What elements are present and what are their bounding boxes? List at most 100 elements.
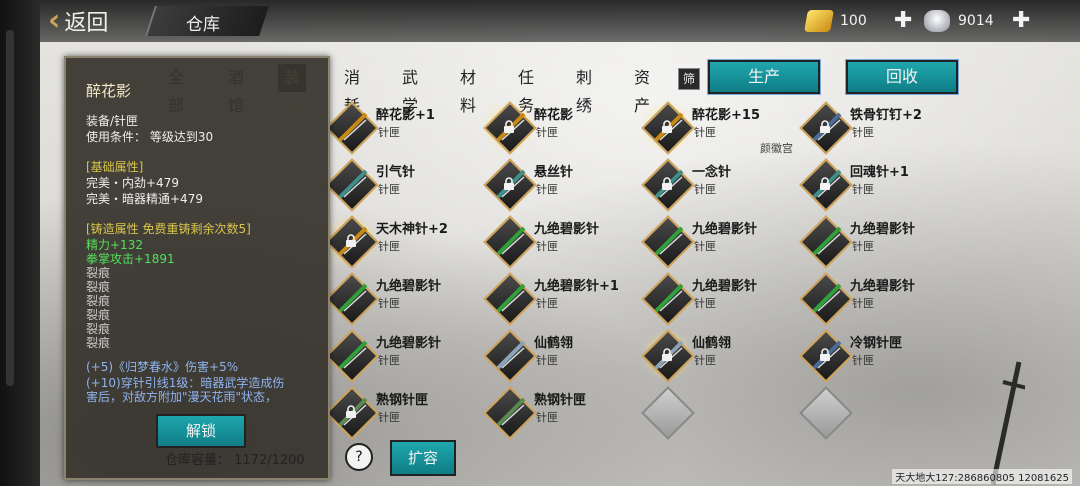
watermark-text: 颜徽宫	[760, 142, 793, 155]
silver-currency: 9014 ✚	[924, 8, 1030, 34]
tab-materials[interactable]: 材料	[460, 64, 476, 115]
item-icon-frame	[799, 329, 853, 383]
empty-slot[interactable]	[799, 385, 950, 440]
item-slot[interactable]: 熟钢针匣 针匣	[483, 385, 634, 440]
lock-icon	[346, 405, 356, 418]
item-type: 针匣	[694, 126, 716, 139]
item-slot[interactable]: 九绝碧影针 针匣	[483, 214, 634, 269]
item-slot[interactable]: 悬丝针 针匣	[483, 157, 634, 212]
lock-icon	[662, 177, 672, 190]
needle-case-icon	[338, 340, 368, 370]
item-type: 针匣	[536, 126, 558, 139]
item-type: 针匣	[378, 183, 400, 196]
tooltip-requirement: 使用条件： 等级达到30	[86, 130, 214, 144]
item-icon-frame	[641, 158, 695, 212]
tab-consumables[interactable]: 消耗	[344, 64, 360, 115]
item-slot[interactable]: 回魂针+1 针匣	[799, 157, 950, 212]
item-name: 冷钢针匣	[850, 336, 903, 351]
item-slot[interactable]: 引气针 针匣	[325, 157, 476, 212]
item-name: 铁骨钉钉+2	[850, 108, 922, 123]
lock-icon	[346, 234, 356, 247]
item-slot[interactable]: 一念针 针匣	[641, 157, 792, 212]
item-type: 针匣	[852, 354, 874, 367]
item-name: 天木神针+2	[376, 222, 448, 237]
item-name: 九绝碧影针+1	[534, 279, 619, 294]
back-arrow-icon: ‹	[48, 3, 61, 38]
rail-notch	[6, 30, 14, 386]
tab-assets[interactable]: 资产	[634, 64, 650, 115]
sword-decoration	[990, 361, 1025, 485]
produce-button[interactable]: 生产	[708, 60, 820, 94]
item-slot[interactable]: 铁骨钉钉+2 针匣	[799, 100, 950, 155]
diamond-frame	[799, 386, 853, 440]
empty-slot[interactable]	[641, 385, 792, 440]
needle-case-icon	[338, 169, 368, 199]
item-slot[interactable]: 天木神针+2 针匣	[320, 210, 476, 272]
item-icon-frame	[483, 329, 537, 383]
item-slot[interactable]: 九绝碧影针 针匣	[799, 214, 950, 269]
item-slot[interactable]: 九绝碧影针+1 针匣	[483, 271, 634, 326]
item-type: 针匣	[378, 297, 400, 310]
recycle-button[interactable]: 回收	[846, 60, 958, 94]
gold-amount: 100	[840, 13, 867, 29]
item-type: 针匣	[536, 240, 558, 253]
expand-button[interactable]: 扩容	[390, 440, 456, 476]
item-name: 醉花影	[534, 108, 574, 123]
item-slot[interactable]: 九绝碧影针 针匣	[325, 271, 476, 326]
item-slot[interactable]: 醉花影 针匣	[478, 96, 634, 158]
needle-case-icon	[496, 283, 526, 313]
item-name: 回魂针+1	[850, 165, 909, 180]
lock-icon	[504, 120, 514, 133]
item-icon-frame	[636, 96, 698, 158]
item-icon-frame	[325, 101, 379, 155]
item-slot[interactable]: 冷钢针匣 针匣	[799, 328, 950, 383]
item-slot[interactable]: 九绝碧影针 针匣	[799, 271, 950, 326]
tab-quests[interactable]: 任务	[518, 64, 534, 115]
item-type: 针匣	[852, 297, 874, 310]
needle-case-icon	[654, 226, 684, 256]
help-button[interactable]: ?	[345, 443, 373, 471]
needle-case-icon	[338, 283, 368, 313]
storage-capacity: 仓库容量： 1172/1200	[165, 453, 305, 468]
item-name: 九绝碧影针	[692, 222, 758, 237]
item-icon-frame	[483, 272, 537, 326]
lock-icon	[820, 348, 830, 361]
item-name: 醉花影+1	[376, 108, 435, 123]
item-icon-frame	[799, 158, 853, 212]
item-slot[interactable]: 九绝碧影针 针匣	[325, 328, 476, 383]
tab-martial-arts[interactable]: 武学	[402, 64, 418, 115]
item-name: 熟钢针匣	[534, 393, 587, 408]
item-slot[interactable]: 醉花影+1 针匣	[325, 100, 476, 155]
needle-case-icon	[654, 283, 684, 313]
tab-embroidery[interactable]: 刺绣	[576, 64, 592, 115]
item-slot[interactable]: 熟钢针匣 针匣	[325, 385, 476, 440]
item-type: 针匣	[852, 126, 874, 139]
item-type: 针匣	[852, 183, 874, 196]
server-info: 天大地大127:286860805 12081625	[892, 469, 1072, 484]
item-icon-frame	[483, 386, 537, 440]
item-slot[interactable]: 仙鹤翎 针匣	[636, 324, 792, 386]
add-gold-button[interactable]: ✚	[894, 10, 912, 32]
filter-button[interactable]: 筛	[678, 68, 700, 90]
item-slot[interactable]: 九绝碧影针 针匣	[641, 214, 792, 269]
lock-icon	[504, 177, 514, 190]
back-button[interactable]: ‹ 返回	[48, 4, 108, 38]
tooltip-base-header: [基础属性]	[86, 160, 144, 174]
item-icon-frame	[636, 324, 698, 386]
item-type: 针匣	[536, 354, 558, 367]
item-name: 仙鹤翎	[692, 336, 732, 351]
item-slot[interactable]: 九绝碧影针 针匣	[641, 271, 792, 326]
tooltip-effect: (+5)《归梦春水》伤害+5%	[86, 360, 239, 374]
item-name: 九绝碧影针	[692, 279, 758, 294]
add-silver-button[interactable]: ✚	[1012, 10, 1030, 32]
item-icon-frame	[325, 158, 379, 212]
needle-case-icon	[812, 226, 842, 256]
item-type: 针匣	[536, 297, 558, 310]
item-type: 针匣	[536, 411, 558, 424]
item-slot[interactable]: 仙鹤翎 针匣	[483, 328, 634, 383]
tooltip-title: 醉花影	[86, 82, 132, 100]
silver-ingot-icon	[924, 10, 950, 32]
item-icon-frame	[799, 101, 853, 155]
unlock-button[interactable]: 解锁	[156, 414, 246, 448]
needle-case-icon	[496, 340, 526, 370]
